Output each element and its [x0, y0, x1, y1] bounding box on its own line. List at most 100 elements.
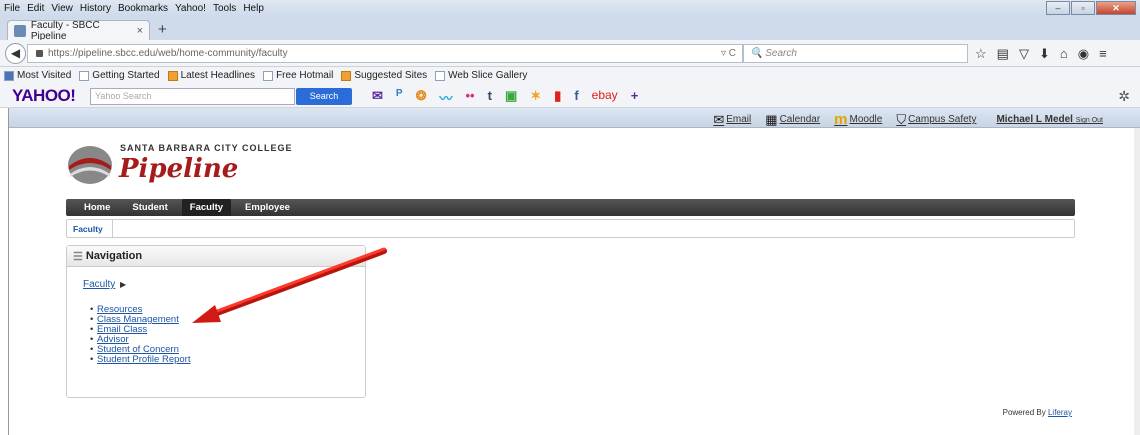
bookmark-label: Most Visited [17, 70, 72, 81]
bookmark-most-visited[interactable]: Most Visited [4, 70, 71, 81]
close-window-button[interactable]: ✕ [1096, 1, 1136, 15]
bookmark-web-slice[interactable]: Web Slice Gallery [435, 70, 527, 81]
pipeline-logo-icon [68, 146, 112, 184]
tumblr-icon[interactable]: t [488, 88, 492, 107]
bookmark-latest-headlines[interactable]: Latest Headlines [167, 70, 256, 81]
calendar-icon: ▦ [765, 111, 778, 127]
download-icon[interactable]: ⬇ [1039, 46, 1050, 62]
yahoo-logo[interactable]: YAHOO! [12, 86, 76, 106]
link-student-profile-report[interactable]: Student Profile Report [90, 355, 190, 366]
menu-bar: File Edit View History Bookmarks Yahoo! … [0, 0, 1140, 16]
list-icon: ☰ [73, 250, 83, 263]
url-host: https://pipeline.sbcc.edu [48, 48, 156, 59]
pocket-icon[interactable]: ▽ [1019, 46, 1029, 62]
bookmark-free-hotmail[interactable]: Free Hotmail [263, 70, 333, 81]
bookmark-icon [4, 70, 14, 81]
maximize-button[interactable]: ▫ [1071, 1, 1095, 15]
portlet-header: ☰ Navigation [67, 246, 365, 267]
bookmark-suggested-sites[interactable]: Suggested Sites [341, 70, 427, 81]
sbcc-logo[interactable]: SANTA BARBARA CITY COLLEGE Pipeline [67, 137, 317, 187]
address-bar[interactable]: https://pipeline.sbcc.edu/web/home-commu… [27, 44, 743, 63]
bookmark-icon [79, 70, 90, 81]
dock-safety-label: Campus Safety [908, 114, 977, 125]
finance-icon[interactable]: 〰 [439, 88, 452, 107]
hamburger-menu-icon[interactable]: ≡ [1099, 46, 1107, 62]
main-nav: Home Student Faculty Employee [66, 199, 1075, 216]
weather-icon[interactable]: ✶ [530, 88, 541, 107]
bookmark-icon [263, 70, 274, 81]
yahoo-search-input[interactable]: Yahoo Search [90, 88, 295, 105]
dock-calendar-label: Calendar [779, 114, 821, 125]
nav-home[interactable]: Home [84, 199, 110, 216]
nav-student[interactable]: Student [132, 199, 167, 216]
powered-by: Powered By Liferay [1003, 408, 1072, 417]
flickr-icon[interactable]: •• [466, 88, 475, 107]
page-content: ✉ Email ▦ Calendar m Moodle ⛉ Campus Safety … [8, 108, 1140, 435]
user-name-label: Michael L Medel [996, 114, 1073, 125]
menu-tools[interactable]: Tools [213, 3, 236, 14]
menu-yahoo[interactable]: Yahoo! [175, 3, 206, 14]
new-tab-icon[interactable]: + [158, 21, 167, 38]
chat-icon[interactable]: ◉ [1078, 46, 1089, 62]
yahoo-icons: ✉ P ❂ 〰 •• t ▣ ✶ ▮ f ebay + [372, 88, 651, 107]
bookmark-label: Free Hotmail [276, 70, 334, 81]
home-icon[interactable]: ⌂ [1060, 46, 1068, 62]
breadcrumb-faculty[interactable]: Faculty [73, 224, 103, 234]
search-input[interactable]: 🔍 Search [743, 44, 968, 63]
bookmark-label: Getting Started [92, 70, 160, 81]
answers-icon[interactable]: ▣ [505, 88, 517, 107]
add-icon[interactable]: + [631, 88, 639, 107]
yahoo-search-button[interactable]: Search [296, 88, 352, 105]
reload-icon[interactable]: ▿ C [721, 48, 736, 59]
menu-bookmarks[interactable]: Bookmarks [118, 3, 168, 14]
menu-edit[interactable]: Edit [27, 3, 44, 14]
menu-view[interactable]: View [51, 3, 73, 14]
bookmarks-bar: Most Visited Getting Started Latest Head… [0, 67, 1140, 84]
nav-employee[interactable]: Employee [245, 199, 290, 216]
bookmark-label: Web Slice Gallery [448, 70, 528, 81]
bookmark-label: Latest Headlines [180, 70, 256, 81]
bookmark-star-icon[interactable]: ☆ [975, 46, 987, 62]
tab-title: Faculty - SBCC Pipeline [30, 19, 100, 42]
pandora-icon[interactable]: P [396, 88, 403, 107]
nav-faculty[interactable]: Faculty [181, 199, 232, 216]
mail-icon[interactable]: ✉ [372, 88, 383, 107]
dock-calendar[interactable]: ▦ Calendar [765, 112, 820, 128]
parent-faculty-link[interactable]: Faculty [83, 279, 115, 290]
bookmark-label: Suggested Sites [354, 70, 428, 81]
lock-icon [36, 50, 43, 57]
favicon-icon [14, 24, 26, 37]
rss-icon [167, 70, 178, 81]
url-path: /web/home-community/faculty [155, 48, 288, 59]
tab-close-icon[interactable]: × [137, 25, 143, 37]
menu-file[interactable]: File [4, 3, 20, 14]
user-name[interactable]: Michael L Medel Sign Out [996, 114, 1103, 125]
gear-icon[interactable]: ✲ [1118, 88, 1130, 105]
tab-faculty[interactable]: Faculty - SBCC Pipeline × [7, 19, 150, 42]
dock-moodle[interactable]: m Moodle [834, 111, 882, 128]
bookmark-flag-icon[interactable]: ▮ [554, 88, 561, 107]
menu-history[interactable]: History [80, 3, 111, 14]
bookmarks-list-icon[interactable]: ▤ [997, 46, 1009, 62]
bookmark-getting-started[interactable]: Getting Started [79, 70, 160, 81]
liferay-link[interactable]: Liferay [1048, 408, 1072, 417]
search-placeholder: Search [765, 48, 797, 59]
menu-help[interactable]: Help [243, 3, 264, 14]
powered-prefix: Powered By [1002, 408, 1046, 417]
tab-bar: Faculty - SBCC Pipeline × + [0, 16, 1140, 42]
dock-campus-safety[interactable]: ⛉ Campus Safety [896, 112, 976, 128]
basketball-icon[interactable]: ❂ [416, 88, 427, 107]
suggested-icon [341, 70, 352, 81]
sign-out-link[interactable]: Sign Out [1076, 117, 1103, 124]
dock-items: ✉ Email ▦ Calendar m Moodle ⛉ Campus Safety … [699, 111, 1103, 128]
minimize-button[interactable]: – [1046, 1, 1070, 15]
ebay-icon[interactable]: ebay [592, 88, 618, 107]
facebook-icon[interactable]: f [574, 88, 578, 107]
dock-moodle-label: Moodle [849, 114, 883, 125]
navigation-portlet: ☰ Navigation Faculty ▶ Resources Class M… [66, 245, 366, 398]
moodle-icon: m [834, 111, 848, 128]
back-button[interactable]: ◀ [5, 43, 26, 64]
dock-email[interactable]: ✉ Email [713, 112, 751, 128]
navigation-toolbar: ◀ https://pipeline.sbcc.edu/web/home-com… [0, 40, 1140, 67]
vertical-scrollbar[interactable] [1134, 128, 1140, 435]
